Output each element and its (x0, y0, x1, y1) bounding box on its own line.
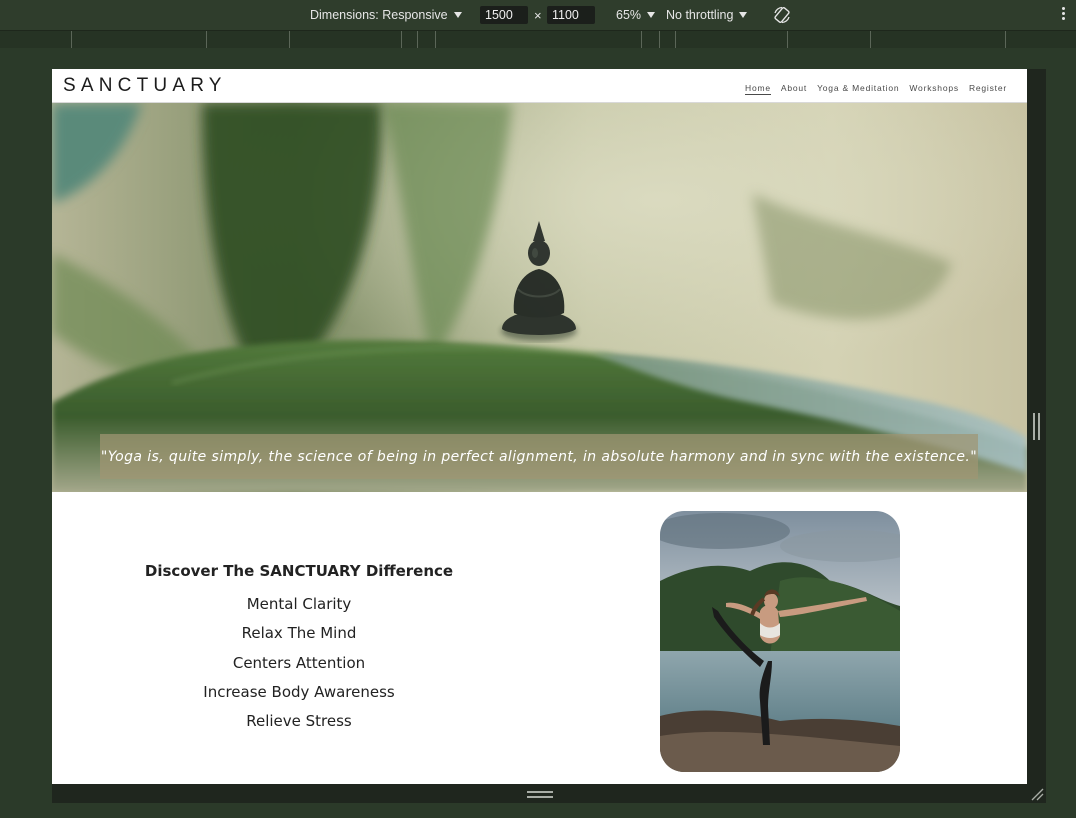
quote-banner: "Yoga is, quite simply, the science of b… (100, 434, 978, 479)
yoga-photo (660, 511, 900, 772)
emulated-viewport: SANCTUARY Home About Yoga & Meditation W… (52, 69, 1027, 784)
feature-item: Relax The Mind (241, 624, 357, 643)
nav-about[interactable]: About (781, 83, 807, 95)
site-header: SANCTUARY Home About Yoga & Meditation W… (52, 69, 1027, 103)
height-input[interactable]: 1100 (547, 6, 595, 24)
zoom-dropdown[interactable]: 65% (616, 8, 656, 22)
nav-home[interactable]: Home (745, 83, 771, 95)
throttling-label: No throttling (666, 8, 734, 22)
feature-item: Mental Clarity (246, 595, 352, 613)
features-section: Discover The SANCTUARY Difference Mental… (52, 492, 1027, 784)
more-options-icon[interactable] (1058, 7, 1068, 23)
chevron-down-icon (647, 12, 656, 18)
resize-handle-right[interactable] (1033, 413, 1041, 440)
chevron-down-icon (739, 12, 748, 18)
feature-item: Centers Attention (232, 653, 366, 672)
media-query-ruler[interactable] (0, 30, 1076, 48)
main-nav: Home About Yoga & Meditation Workshops R… (745, 83, 1007, 95)
dimensions-label: Dimensions: Responsive (310, 8, 448, 22)
width-input[interactable]: 1500 (480, 6, 528, 24)
hero-section: "Yoga is, quite simply, the science of b… (52, 103, 1027, 492)
hero-quote: "Yoga is, quite simply, the science of b… (100, 448, 978, 465)
features-list: Mental Clarity Relax The Mind Centers At… (110, 590, 488, 736)
throttling-dropdown[interactable]: No throttling (666, 8, 748, 22)
dimensions-dropdown[interactable]: Dimensions: Responsive (310, 8, 462, 22)
nav-register[interactable]: Register (969, 83, 1007, 95)
rotate-icon[interactable] (772, 5, 792, 25)
zoom-label: 65% (616, 8, 642, 22)
features-heading: Discover The SANCTUARY Difference (144, 562, 454, 580)
nav-yoga-meditation[interactable]: Yoga & Meditation (817, 83, 899, 95)
resize-handle-bottom[interactable] (527, 791, 553, 799)
devtools-toolbar: Dimensions: Responsive 1500 × 1100 65% N… (0, 0, 1076, 30)
times-sign: × (534, 8, 542, 23)
nav-workshops[interactable]: Workshops (909, 83, 959, 95)
site-logo[interactable]: SANCTUARY (63, 75, 227, 97)
feature-item: Relieve Stress (246, 712, 352, 731)
feature-item: Increase Body Awareness (203, 682, 395, 701)
chevron-down-icon (453, 12, 462, 18)
resize-corner-icon[interactable] (1030, 787, 1044, 801)
features-list-block: Discover The SANCTUARY Difference Mental… (110, 562, 488, 736)
